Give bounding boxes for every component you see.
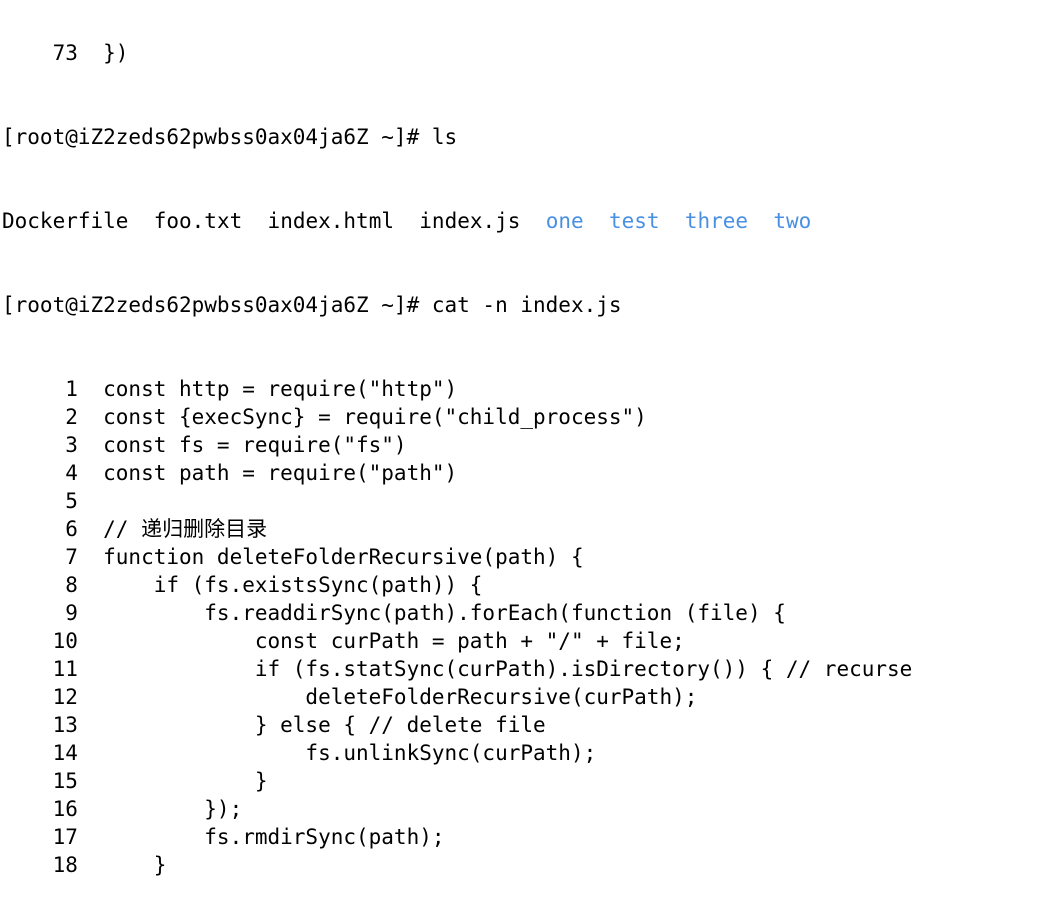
code-line: 4 const path = require("path") — [2, 461, 458, 485]
ls-file: Dockerfile — [2, 209, 129, 233]
terminal-line-partial: 73 }) — [2, 41, 129, 65]
ls-output: Dockerfile foo.txt index.html index.js o… — [2, 207, 1046, 235]
code-line: 10 const curPath = path + "/" + file; — [2, 629, 685, 653]
code-line: 17 fs.rmdirSync(path); — [2, 825, 445, 849]
code-line: 1 const http = require("http") — [2, 377, 458, 401]
code-line: 7 function deleteFolderRecursive(path) { — [2, 545, 584, 569]
code-line: 12 deleteFolderRecursive(curPath); — [2, 685, 698, 709]
ls-directory: one — [545, 209, 584, 233]
ls-directory: three — [684, 209, 749, 233]
ls-directory: test — [608, 209, 660, 233]
code-line: 11 if (fs.statSync(curPath).isDirectory(… — [2, 657, 913, 681]
ls-file: index.html — [267, 209, 394, 233]
code-line: 16 }); — [2, 797, 243, 821]
code-line: 15 } — [2, 769, 268, 793]
ls-file: foo.txt — [153, 209, 243, 233]
shell-prompt-cat: [root@iZ2zeds62pwbss0ax04ja6Z ~]# cat -n… — [2, 293, 622, 317]
ls-file: index.js — [419, 209, 521, 233]
ls-directory: two — [773, 209, 812, 233]
terminal-window[interactable]: 73 }) [root@iZ2zeds62pwbss0ax04ja6Z ~]# … — [2, 0, 1046, 907]
code-line: 6 // 递归删除目录 — [2, 517, 268, 541]
code-line: 9 fs.readdirSync(path).forEach(function … — [2, 601, 786, 625]
code-line: 3 const fs = require("fs") — [2, 433, 407, 457]
code-line: 18 } — [2, 853, 167, 877]
code-line: 8 if (fs.existsSync(path)) { — [2, 573, 483, 597]
shell-prompt-ls: [root@iZ2zeds62pwbss0ax04ja6Z ~]# ls — [2, 125, 458, 149]
code-line: 13 } else { // delete file — [2, 713, 546, 737]
code-line: 2 const {execSync} = require("child_proc… — [2, 405, 647, 429]
code-listing: 1 const http = require("http") 2 const {… — [2, 375, 1046, 879]
code-line: 5 — [2, 489, 78, 513]
code-line: 14 fs.unlinkSync(curPath); — [2, 741, 597, 765]
